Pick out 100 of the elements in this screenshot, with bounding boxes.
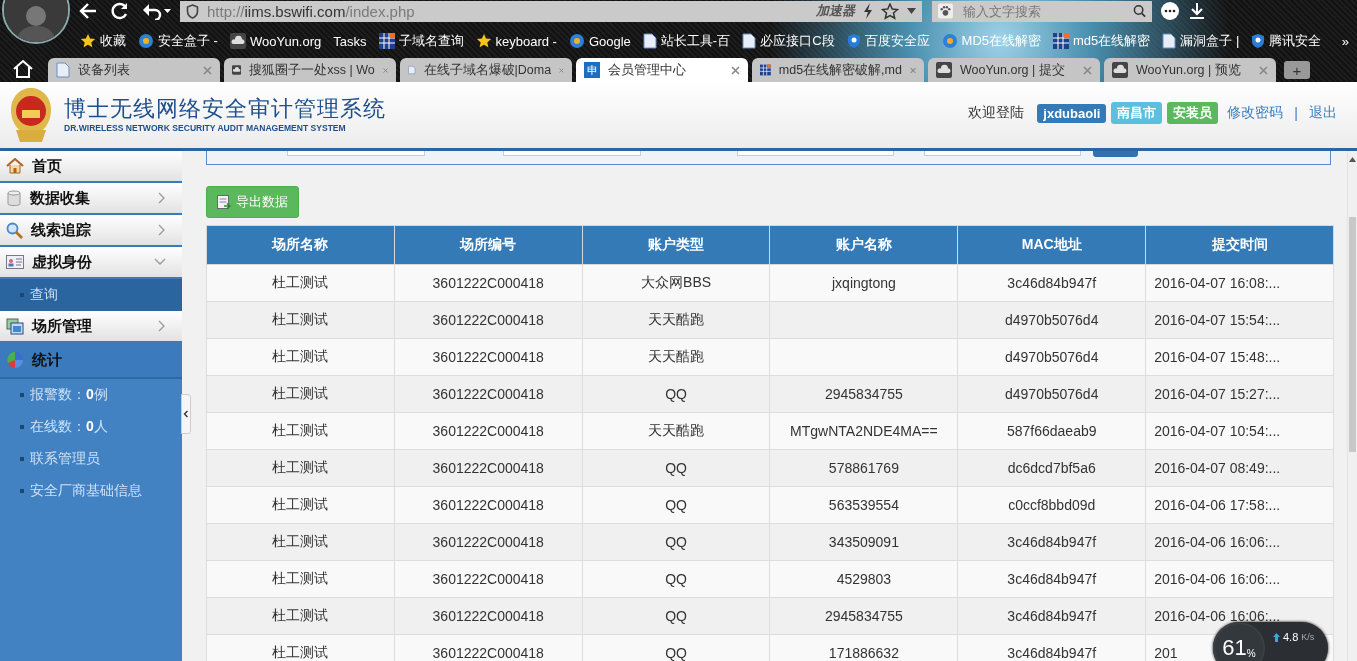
search-field[interactable]: 输入文字搜索 bbox=[932, 0, 1152, 22]
table-cell: QQ bbox=[582, 634, 770, 661]
input-field[interactable] bbox=[503, 151, 641, 156]
table-cell: 3c46d84b947f bbox=[957, 523, 1146, 561]
table-cell: c0ccf8bbd09d bbox=[957, 486, 1146, 524]
table-cell: 3601222C000418 bbox=[394, 486, 583, 524]
browser-tab[interactable]: 在线子域名爆破|Doma bbox=[400, 58, 572, 82]
bookmark[interactable]: 子域名查询 bbox=[378, 32, 464, 50]
upload-icon bbox=[1273, 632, 1280, 642]
page-icon bbox=[642, 33, 657, 49]
table-cell: dc6dcd7bf5a6 bbox=[957, 449, 1146, 487]
menu-item[interactable]: 虚拟身份 bbox=[0, 247, 182, 279]
bookmark[interactable]: keyboard - bbox=[475, 33, 557, 49]
cloud-icon bbox=[936, 62, 952, 78]
table-cell: 3c46d84b947f bbox=[957, 597, 1146, 635]
search-input[interactable]: 输入文字搜索 bbox=[960, 2, 1125, 20]
input-field[interactable] bbox=[924, 151, 1081, 156]
welcome-text: 欢迎登陆 bbox=[968, 104, 1025, 122]
table-cell: 3601222C000418 bbox=[394, 523, 583, 561]
bookmark[interactable]: md5在线解密 bbox=[1053, 32, 1151, 50]
back-icon[interactable] bbox=[78, 2, 98, 20]
column-header[interactable]: 场所名称 bbox=[206, 225, 395, 265]
table-cell: 杜工测试 bbox=[206, 338, 395, 376]
table-cell: 杜工测试 bbox=[206, 449, 395, 487]
menu-item[interactable]: 线索追踪 bbox=[0, 215, 182, 247]
accelerator-label[interactable]: 加速器 bbox=[816, 2, 855, 20]
submenu-item[interactable]: 查询 bbox=[0, 279, 182, 311]
menu-item[interactable]: 场所管理 bbox=[0, 311, 182, 343]
header-link[interactable]: 修改密码 bbox=[1227, 104, 1284, 122]
bookmark[interactable]: 收藏 bbox=[80, 32, 126, 50]
column-header[interactable]: 提交时间 bbox=[1145, 225, 1334, 265]
app-subtitle: DR.WIRELESS NETWORK SECURITY AUDIT MANAGEMENT SYSTEM bbox=[64, 122, 347, 134]
browser-tab[interactable]: 设备列表 bbox=[48, 58, 220, 82]
download-icon[interactable] bbox=[1188, 2, 1206, 20]
table-cell: jxqingtong bbox=[770, 264, 958, 302]
page-icon bbox=[742, 33, 757, 49]
submenu-item[interactable]: 报警数：0例 bbox=[0, 379, 182, 411]
table-cell: d4970b5076d4 bbox=[957, 301, 1146, 339]
paw-icon bbox=[938, 3, 953, 19]
more-bookmarks[interactable]: » bbox=[1341, 33, 1349, 49]
table-cell: 3c46d84b947f bbox=[957, 634, 1146, 661]
lightning-icon[interactable] bbox=[863, 3, 873, 19]
collapse-handle[interactable] bbox=[181, 394, 191, 434]
table-cell: 杜工测试 bbox=[206, 634, 395, 661]
table-cell: 2016-04-07 10:54:... bbox=[1145, 412, 1334, 450]
browser-tab[interactable]: md5在线解密破解,md bbox=[752, 58, 924, 82]
bookmark[interactable]: Tasks bbox=[333, 33, 367, 49]
search-icon[interactable] bbox=[1132, 4, 1146, 18]
cloud-icon bbox=[1112, 62, 1128, 78]
table-cell: d4970b5076d4 bbox=[957, 338, 1146, 376]
table-cell: 343509091 bbox=[770, 523, 958, 561]
shield-icon bbox=[1251, 33, 1266, 49]
column-header[interactable]: 账户类型 bbox=[582, 225, 770, 265]
url-text: http://iims.bswifi.com/index.php bbox=[207, 2, 415, 20]
bookmark[interactable]: 安全盒子 - bbox=[138, 32, 218, 50]
input-field[interactable] bbox=[287, 151, 425, 156]
table-cell: 大众网BBS bbox=[582, 264, 770, 302]
menu-icon[interactable] bbox=[1160, 1, 1180, 21]
column-header[interactable]: MAC地址 bbox=[957, 225, 1146, 265]
address-bar[interactable]: http://iims.bswifi.com/index.php 加速器 bbox=[180, 0, 922, 22]
caret-icon[interactable] bbox=[907, 8, 916, 14]
home-icon bbox=[6, 158, 24, 174]
windows-icon bbox=[6, 317, 24, 335]
submenu-item[interactable]: 在线数：0人 bbox=[0, 411, 182, 443]
bookmark[interactable]: WooYun.org bbox=[229, 33, 322, 49]
star-icon bbox=[80, 33, 96, 49]
scrollbar[interactable] bbox=[1347, 151, 1357, 661]
table-cell: 杜工测试 bbox=[206, 301, 395, 339]
bookmark[interactable]: 腾讯安全 bbox=[1251, 32, 1322, 50]
browser-tab[interactable]: WooYun.org | 预览 bbox=[1104, 58, 1276, 82]
bookmark[interactable]: 必应接口C段 bbox=[742, 32, 835, 50]
browser-tab[interactable]: 申 会员管理中心 bbox=[576, 58, 748, 82]
undo-icon[interactable] bbox=[142, 2, 172, 20]
speed-widget[interactable]: 61% 4.8 K/s bbox=[1213, 622, 1329, 661]
new-tab-button[interactable]: + bbox=[1284, 61, 1310, 79]
database-icon bbox=[6, 189, 22, 207]
input-field[interactable] bbox=[737, 151, 894, 156]
bookmark[interactable]: 漏洞盒子 | bbox=[1162, 32, 1240, 50]
star-icon bbox=[475, 33, 492, 49]
table-cell: 杜工测试 bbox=[206, 264, 395, 302]
bookmark[interactable]: 站长工具-百 bbox=[642, 32, 731, 50]
export-icon bbox=[217, 194, 232, 210]
refresh-icon[interactable] bbox=[110, 1, 130, 21]
column-header[interactable]: 场所编号 bbox=[394, 225, 583, 265]
home-icon[interactable] bbox=[12, 59, 34, 79]
close-icon[interactable] bbox=[731, 65, 740, 75]
header-link[interactable]: 退出 bbox=[1309, 104, 1337, 122]
scroll-up-icon[interactable] bbox=[1349, 157, 1356, 162]
menu-item[interactable]: 首页 bbox=[0, 151, 182, 183]
bookmark[interactable]: 百度安全应 bbox=[846, 32, 930, 50]
table-cell: MTgwNTA2NDE4MA== bbox=[770, 412, 958, 450]
menu-item[interactable]: 数据收集 bbox=[0, 183, 182, 215]
cloud-icon bbox=[232, 62, 242, 78]
table-cell: 2016-04-06 16:06:... bbox=[1145, 523, 1334, 561]
browser-tab[interactable]: 搜狐圈子一处xss | Wo bbox=[224, 58, 396, 82]
table-cell: QQ bbox=[582, 375, 770, 413]
bookmark[interactable]: Google bbox=[568, 33, 631, 49]
browser-tab[interactable]: WooYun.org | 提交 bbox=[928, 58, 1100, 82]
column-header[interactable]: 账户名称 bbox=[770, 225, 958, 265]
star-icon[interactable] bbox=[881, 2, 899, 20]
